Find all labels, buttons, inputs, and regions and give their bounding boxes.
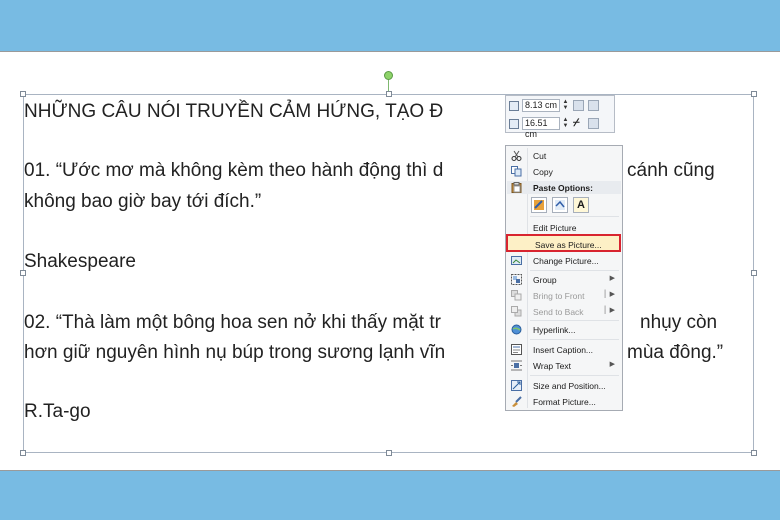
group-icon: [511, 274, 522, 285]
submenu-arrow-icon: │ ▶: [603, 307, 615, 314]
bring-forward-icon[interactable]: [573, 100, 584, 111]
send-to-back-icon: [511, 306, 522, 317]
resize-handle-bottom[interactable]: [386, 450, 392, 456]
menu-separator: [530, 375, 619, 376]
submenu-arrow-icon: ▶: [609, 361, 615, 368]
menu-item-cut[interactable]: Cut: [507, 148, 621, 163]
menu-item-edit-picture[interactable]: Edit Picture: [507, 220, 621, 235]
submenu-arrow-icon: │ ▶: [603, 291, 615, 298]
globe-link-icon: [511, 324, 522, 335]
height-spinner[interactable]: ▲ ▼: [562, 99, 569, 112]
rotate-icon[interactable]: [588, 118, 599, 129]
menu-item-group[interactable]: Group ▶: [507, 272, 621, 287]
wrap-text-icon: [511, 360, 522, 371]
crop-icon[interactable]: ⌿: [573, 118, 584, 129]
shape-height-field[interactable]: 8.13 cm: [522, 99, 560, 112]
change-picture-icon: [511, 255, 522, 266]
quote-1-line-1a: 01. “Ước mơ mà không kèm theo hành động …: [24, 160, 444, 181]
submenu-arrow-icon: ▶: [609, 275, 615, 282]
quote-1-line-1b: cánh cũng: [627, 160, 715, 181]
menu-label-cut: Cut: [533, 151, 547, 161]
menu-separator: [530, 216, 619, 217]
caption-icon: [511, 344, 522, 355]
resize-handle-top-left[interactable]: [20, 91, 26, 97]
shape-height-icon: [509, 100, 519, 111]
size-mini-toolbar: 8.13 cm ▲ ▼ 16.51 cm ▲ ▼ ⌿: [505, 95, 615, 139]
context-menu: Cut Copy Paste Options: A Edit Picture S…: [505, 145, 623, 411]
clipboard-icon: [511, 182, 522, 193]
picture-selection-frame[interactable]: [23, 94, 754, 453]
menu-item-save-as-picture[interactable]: Save as Picture...: [506, 234, 621, 252]
heading-text: NHỮNG CÂU NÓI TRUYỀN CẢM HỨNG, TẠO Đ: [24, 101, 444, 122]
menu-separator: [530, 270, 619, 271]
shape-width-field[interactable]: 16.51 cm: [522, 117, 560, 139]
menu-item-insert-caption[interactable]: Insert Caption...: [507, 342, 621, 357]
quote-2-line-1b: nhụy còn: [640, 312, 718, 333]
menu-item-change-picture[interactable]: Change Picture...: [507, 253, 621, 268]
width-spinner[interactable]: ▲ ▼: [562, 117, 569, 130]
copy-icon: [511, 166, 522, 177]
menu-item-wrap-text[interactable]: Wrap Text ▶: [507, 358, 621, 373]
paste-options-header: Paste Options:: [507, 181, 621, 194]
bring-to-front-icon: [511, 290, 522, 301]
menu-item-send-to-back[interactable]: Send to Back │ ▶: [507, 304, 621, 319]
resize-handle-top-right[interactable]: [751, 91, 757, 97]
resize-handle-bottom-left[interactable]: [20, 450, 26, 456]
menu-label-hyperlink: Hyperlink...: [533, 325, 576, 335]
menu-label-change-picture: Change Picture...: [533, 256, 599, 266]
menu-label-bring-to-front: Bring to Front: [533, 291, 585, 301]
scissors-icon: [511, 150, 522, 161]
menu-label-edit-picture: Edit Picture: [533, 223, 577, 233]
quote-2-line-2a: hơn giữ nguyên hình nụ búp trong sương l…: [24, 342, 446, 363]
paste-options-label: Paste Options:: [533, 183, 593, 193]
quote-2-line-2b: mùa đông.”: [627, 342, 724, 363]
quote-1-line-2: không bao giờ bay tới đích.”: [24, 191, 262, 212]
send-backward-icon[interactable]: [588, 100, 599, 111]
menu-label-wrap-text: Wrap Text: [533, 361, 571, 371]
resize-handle-bottom-right[interactable]: [751, 450, 757, 456]
menu-label-send-to-back: Send to Back: [533, 307, 584, 317]
menu-label-copy: Copy: [533, 167, 553, 177]
menu-item-copy[interactable]: Copy: [507, 164, 621, 179]
menu-item-bring-to-front[interactable]: Bring to Front │ ▶: [507, 288, 621, 303]
menu-label-group: Group: [533, 275, 557, 285]
menu-label-format-picture: Format Picture...: [533, 397, 596, 407]
menu-item-hyperlink[interactable]: Hyperlink...: [507, 322, 621, 337]
author-1: Shakespeare: [24, 251, 136, 272]
quote-2-line-1a: 02. “Thà làm một bông hoa sen nở khi thấ…: [24, 312, 441, 333]
resize-handle-right[interactable]: [751, 270, 757, 276]
paste-picture-button[interactable]: [552, 197, 568, 213]
resize-handle-top[interactable]: [386, 91, 392, 97]
menu-item-size-and-position[interactable]: Size and Position...: [507, 378, 621, 393]
shape-width-icon: [509, 118, 519, 129]
rotate-handle[interactable]: [384, 71, 393, 80]
menu-separator: [530, 320, 619, 321]
format-picture-icon: [511, 396, 522, 407]
size-position-icon: [511, 380, 522, 391]
menu-label-size-and-position: Size and Position...: [533, 381, 606, 391]
menu-item-format-picture[interactable]: Format Picture...: [507, 394, 621, 409]
author-2: R.Ta-go: [24, 401, 91, 422]
paste-keep-source-button[interactable]: [531, 197, 547, 213]
paste-text-only-button[interactable]: A: [573, 197, 589, 213]
menu-label-save-as-picture: Save as Picture...: [535, 240, 602, 250]
menu-separator: [530, 339, 619, 340]
menu-label-insert-caption: Insert Caption...: [533, 345, 594, 355]
